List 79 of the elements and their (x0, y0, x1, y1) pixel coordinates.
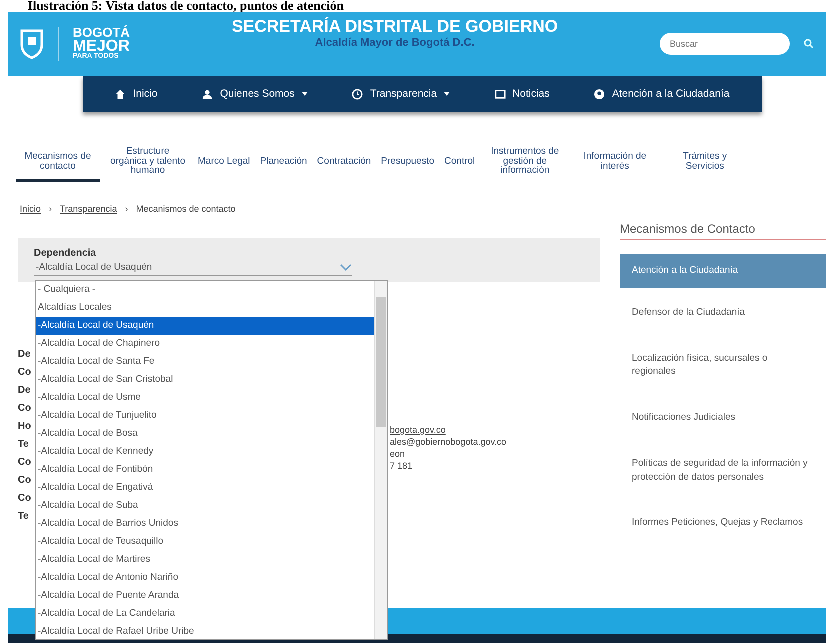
filter-label: Dependencia (34, 248, 98, 259)
dropdown-option[interactable]: -Alcaldía Local de Tunjuelito (36, 407, 374, 425)
tab[interactable]: Instrumentos de gestión de información (483, 142, 568, 188)
sidebar-item[interactable]: Políticas de seguridad de la información y protección de datos personales (620, 442, 826, 498)
field-value: ales@gobiernobogota.gov.co (390, 436, 507, 448)
link[interactable]: bogota.gov.co (390, 424, 507, 436)
scrollbar-thumb[interactable] (376, 297, 386, 427)
breadcrumb-separator: › (49, 204, 52, 214)
breadcrumb-link[interactable]: Transparencia (60, 204, 118, 214)
dropdown-option[interactable]: -Alcaldía Local de Santa Fe (36, 353, 374, 371)
field-label: Ho (18, 420, 32, 434)
dropdown-option[interactable]: -Alcaldía Local de Barrios Unidos (36, 515, 374, 533)
field-label: Te (18, 510, 30, 524)
sidebar-item[interactable]: Localización física, sucursales o regionales (620, 338, 826, 394)
dropdown-option[interactable]: -Alcaldía Local de Bosa (36, 425, 374, 443)
chevron-icon (340, 264, 352, 270)
page-location-text: Mecanismos de contacto (136, 204, 236, 214)
sidebar-title: Mecanismos de Contacto (620, 222, 826, 240)
dropdown-option[interactable]: -Alcaldía Local de Rafael Uribe Uribe (36, 623, 374, 641)
field-label: Te (18, 438, 30, 452)
dropdown-option[interactable]: -Alcaldía Local de Teusaquillo (36, 533, 374, 551)
dropdown-option[interactable]: - Cualquiera - (36, 281, 374, 299)
sidebar-item[interactable]: Atención a la Ciudadanía (620, 254, 826, 288)
breadcrumb-link[interactable]: Inicio (20, 204, 42, 214)
nav-item[interactable]: Transparencia (352, 88, 450, 100)
shield-icon (20, 29, 44, 59)
field-value: eon (390, 448, 406, 460)
tab[interactable]: Trámites y Servicios (663, 148, 748, 182)
field-label: De (18, 348, 32, 362)
field-label: De (18, 384, 32, 398)
sidebar-item[interactable]: Defensor de la Ciudadanía (620, 292, 826, 334)
dropdown-option[interactable]: -Alcaldía Local de Chapinero (36, 335, 374, 353)
site-subtitle: Alcaldía Mayor de Bogotá D.C. (315, 37, 475, 49)
person-icon (594, 88, 606, 100)
field-label: Co (18, 456, 32, 470)
people-icon (202, 88, 214, 100)
dropdown-option[interactable]: -Alcaldía Local de Martires (36, 551, 374, 569)
dropdown-option[interactable]: -Alcaldía Local de Antonio Nariño (36, 569, 374, 587)
dropdown-option[interactable]: -Alcaldía Local de La Candelaria (36, 605, 374, 623)
dropdown-option[interactable]: -Alcaldía Local de Kennedy (36, 443, 374, 461)
field-label: Co (18, 492, 32, 506)
home-icon (115, 88, 126, 100)
tab[interactable]: Planeación (258, 152, 310, 178)
tab[interactable]: Contratación (315, 152, 374, 178)
dependency-select[interactable]: -Alcaldía Local de Usaquén (34, 259, 352, 276)
field-value: 7 181 (390, 460, 414, 472)
scrollbar[interactable] (374, 281, 387, 639)
field-label: Co (18, 402, 32, 416)
logo-text: MEJOR (73, 39, 130, 54)
field-label: Co (18, 474, 32, 488)
figure-caption: Ilustración 5: Vista datos de contacto, puntos de atención (28, 0, 344, 12)
search-icon[interactable] (804, 39, 814, 49)
nav-item[interactable]: Inicio (115, 88, 158, 100)
dropdown-option[interactable]: Alcaldías Locales (36, 299, 374, 317)
dropdown-option[interactable]: -Alcaldía Local de San Cristobal (36, 371, 374, 389)
dropdown-option[interactable]: -Alcaldía Local de Fontibón (36, 461, 374, 479)
nav-item[interactable]: Atención a la Ciudadanía (594, 88, 730, 100)
site-title: SECRETARÍA DISTRITAL DE GOBIERNO (232, 17, 558, 37)
sidebar-item[interactable]: Notificaciones Judiciales (620, 397, 826, 439)
tab[interactable]: Estructure orgánica y talento humano (106, 142, 190, 188)
dropdown-option[interactable]: -Alcaldía Local de Usme (36, 389, 374, 407)
nav-item[interactable]: Noticias (494, 88, 550, 100)
dropdown-option[interactable]: -Alcaldía Local de Usaquén (36, 317, 374, 335)
logo-text: BOGOTÁ (73, 26, 130, 40)
tab[interactable]: Control (442, 152, 478, 178)
newspaper-icon (494, 88, 506, 100)
clock-icon (352, 88, 364, 100)
sidebar-item[interactable]: Informes Peticiones, Quejas y Reclamos (620, 502, 826, 544)
tab[interactable]: Presupuesto (379, 152, 437, 178)
tab[interactable]: Marco Legal (196, 152, 252, 178)
dropdown-option[interactable]: -Alcaldía Local de Puente Aranda (36, 587, 374, 605)
field-label: Co (18, 366, 32, 380)
dropdown-option[interactable]: -Alcaldía Local de Suba (36, 497, 374, 515)
breadcrumb-separator: › (125, 204, 128, 214)
dropdown-option[interactable]: -Alcaldía Local de Engativá (36, 479, 374, 497)
tab[interactable]: Información de interés (573, 148, 658, 182)
nav-item[interactable]: Quienes Somos (202, 88, 308, 100)
tab[interactable]: Mecanismos de contacto (16, 148, 100, 182)
search-field[interactable]: Buscar (660, 33, 790, 55)
